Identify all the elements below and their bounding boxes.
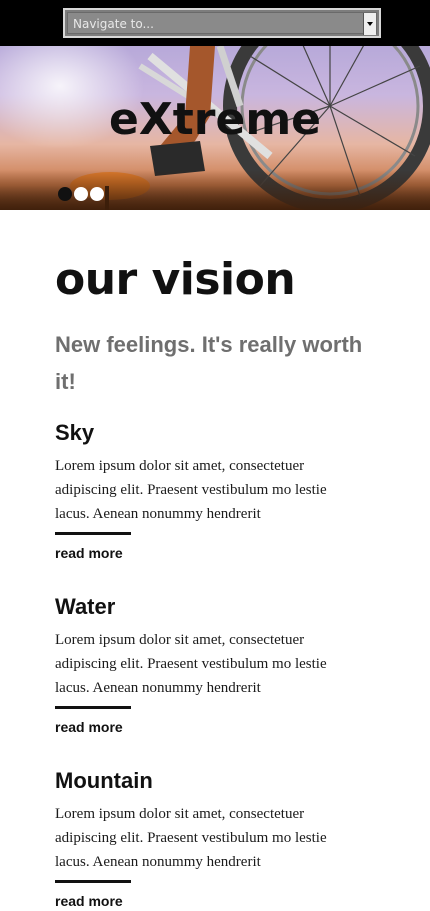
navigate-select[interactable]: Navigate to... (63, 8, 381, 38)
divider (55, 706, 131, 709)
navigate-select-label: Navigate to... (73, 17, 154, 31)
section-sky: Sky Lorem ipsum dolor sit amet, consecte… (55, 420, 375, 563)
hero-slider: eXtreme (0, 46, 430, 210)
section-title: Mountain (55, 768, 153, 793)
section-title: Sky (55, 420, 95, 445)
section-title: Water (55, 594, 116, 619)
section-water: Water Lorem ipsum dolor sit amet, consec… (55, 594, 375, 737)
divider (55, 880, 131, 883)
read-more-link[interactable]: read more (55, 893, 123, 909)
read-more-link[interactable]: read more (55, 545, 123, 561)
hero-title: eXtreme (108, 94, 322, 145)
divider (55, 532, 131, 535)
read-more-link[interactable]: read more (55, 719, 123, 735)
top-bar: Navigate to... (0, 0, 430, 46)
page-title: our vision (55, 254, 296, 305)
slider-dot-3[interactable] (90, 187, 104, 201)
slider-dot-1[interactable] (58, 187, 72, 201)
section-body: Lorem ipsum dolor sit amet, consectetuer… (55, 632, 327, 696)
section-mountain: Mountain Lorem ipsum dolor sit amet, con… (55, 768, 375, 911)
chevron-down-icon[interactable] (363, 13, 376, 35)
slider-dot-2[interactable] (74, 187, 88, 201)
section-body: Lorem ipsum dolor sit amet, consectetuer… (55, 458, 327, 522)
page-subtitle: New feelings. It's really worth it! (55, 332, 363, 394)
section-body: Lorem ipsum dolor sit amet, consectetuer… (55, 806, 327, 870)
navigate-select-field[interactable]: Navigate to... (67, 12, 377, 35)
